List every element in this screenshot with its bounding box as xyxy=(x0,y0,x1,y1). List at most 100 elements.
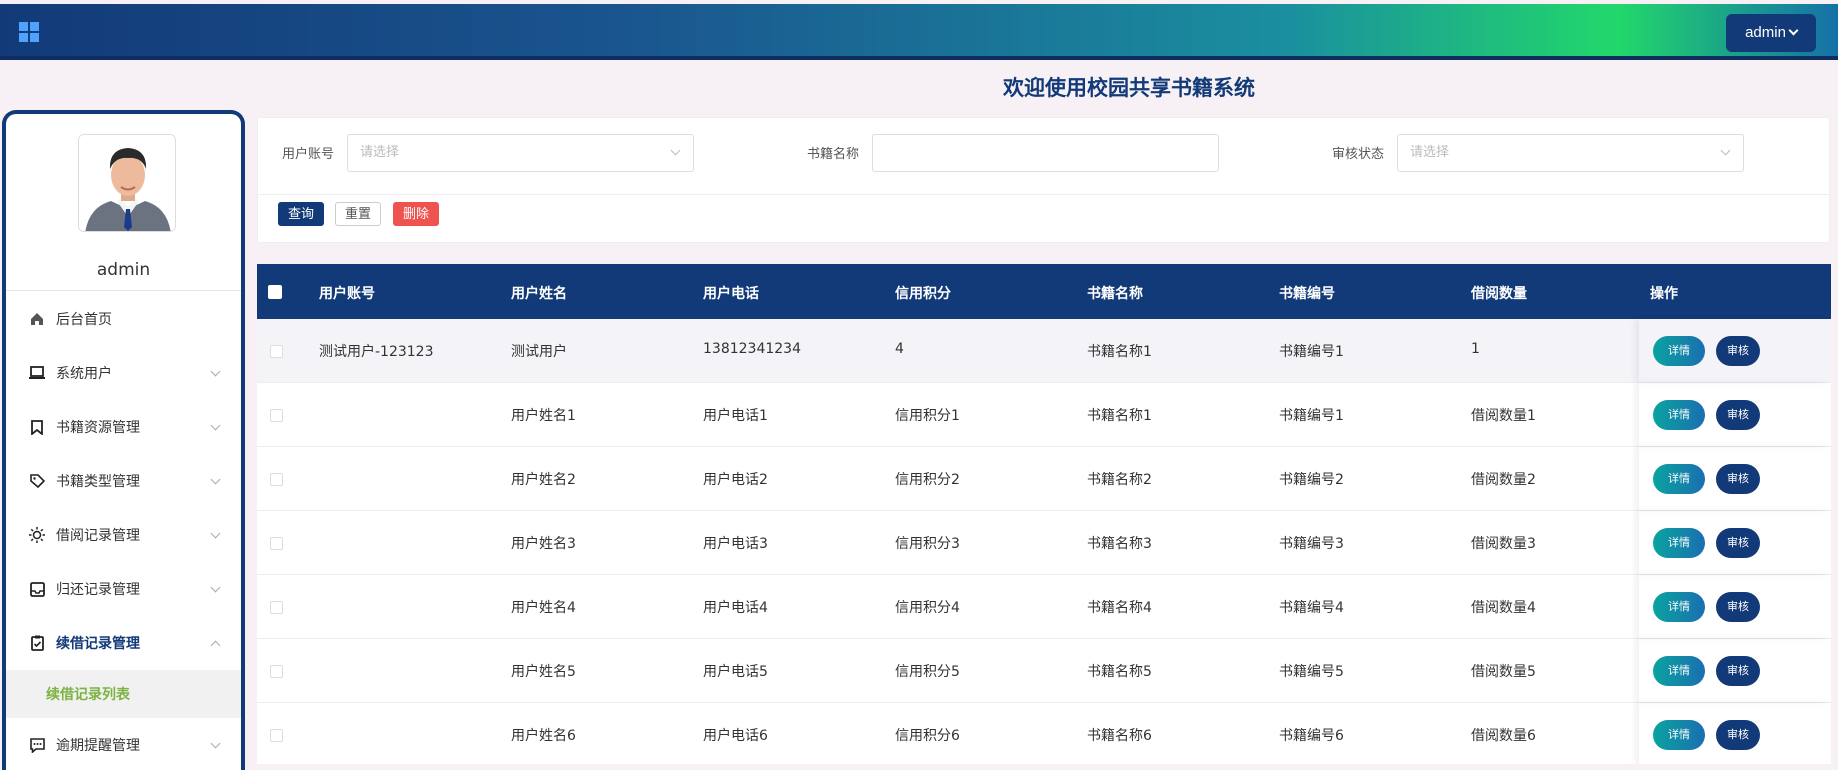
column-header: 用户姓名 xyxy=(511,286,567,302)
table-cell: 书籍编号3 xyxy=(1279,536,1344,552)
detail-button[interactable]: 详情 xyxy=(1653,656,1705,686)
sun-icon xyxy=(28,526,46,544)
table-row: 用户姓名2 用户电话2 信用积分2 书籍名称2 书籍编号2 借阅数量2 详情 审核 xyxy=(257,447,1831,511)
detail-button[interactable]: 详情 xyxy=(1653,592,1705,622)
table-cell: 用户姓名3 xyxy=(511,536,576,552)
audit-button[interactable]: 审核 xyxy=(1716,720,1760,750)
table-cell: 书籍编号2 xyxy=(1279,472,1344,488)
table-cell: 用户姓名6 xyxy=(511,728,576,744)
column-header: 书籍编号 xyxy=(1279,286,1335,302)
chevron-down-icon xyxy=(210,738,221,749)
sidebar-item-home[interactable]: 后台首页 xyxy=(6,292,241,346)
sidebar-item-overdue-reminders[interactable]: 逾期提醒管理 xyxy=(6,718,241,770)
chevron-down-icon xyxy=(210,528,221,539)
sidebar-subitem-renewal-list[interactable]: 续借记录列表 xyxy=(6,670,241,718)
table-cell: 测试用户 xyxy=(511,344,567,360)
column-header: 操作 xyxy=(1650,286,1678,302)
sidebar-item-label: 系统用户 xyxy=(56,366,112,382)
detail-button[interactable]: 详情 xyxy=(1653,528,1705,558)
table-cell: 借阅数量6 xyxy=(1471,728,1536,744)
review-status-select[interactable]: 请选择 xyxy=(1397,134,1744,172)
detail-button[interactable]: 详情 xyxy=(1653,720,1705,750)
table-header: 用户账号 用户姓名 用户电话 信用积分 书籍名称 书籍编号 借阅数量 操作 xyxy=(257,264,1831,319)
audit-button[interactable]: 审核 xyxy=(1716,400,1760,430)
audit-button[interactable]: 审核 xyxy=(1716,592,1760,622)
sidebar-item-label: 归还记录管理 xyxy=(56,582,140,598)
user-menu-label: admin xyxy=(1745,24,1786,41)
home-icon xyxy=(28,310,46,328)
reset-button[interactable]: 重置 xyxy=(335,202,382,226)
detail-button[interactable]: 详情 xyxy=(1653,336,1705,366)
chevron-down-icon xyxy=(210,420,221,431)
row-checkbox[interactable] xyxy=(270,729,283,742)
table-cell: 13812341234 xyxy=(703,341,801,357)
table-cell: 书籍名称2 xyxy=(1087,472,1152,488)
review-status-label: 审核状态 xyxy=(1332,147,1385,162)
sidebar-item-renewal-records[interactable]: 续借记录管理 xyxy=(6,616,241,670)
table-cell: 借阅数量5 xyxy=(1471,664,1536,680)
row-checkbox[interactable] xyxy=(270,473,283,486)
chevron-down-icon xyxy=(1720,145,1731,156)
book-name-label: 书籍名称 xyxy=(807,147,860,162)
row-checkbox[interactable] xyxy=(270,537,283,550)
table-cell: 书籍名称1 xyxy=(1087,344,1152,360)
user-account-select[interactable]: 请选择 xyxy=(347,134,694,172)
column-header: 用户电话 xyxy=(703,286,759,302)
inbox-icon xyxy=(28,580,46,598)
table-cell: 书籍名称5 xyxy=(1087,664,1152,680)
table-cell: 信用积分3 xyxy=(895,536,960,552)
table-row: 用户姓名3 用户电话3 信用积分3 书籍名称3 书籍编号3 借阅数量3 详情 审核 xyxy=(257,511,1831,575)
grid-menu-icon[interactable] xyxy=(19,22,39,42)
clipboard-check-icon xyxy=(28,634,46,652)
column-header: 信用积分 xyxy=(895,286,951,302)
row-checkbox[interactable] xyxy=(270,345,283,358)
chevron-up-icon xyxy=(210,640,221,651)
table-cell: 用户电话4 xyxy=(703,600,768,616)
sidebar-item-system-users[interactable]: 系统用户 xyxy=(6,346,241,400)
table-cell: 用户姓名5 xyxy=(511,664,576,680)
sidebar-item-label: 书籍资源管理 xyxy=(56,420,140,436)
table-cell: 书籍编号1 xyxy=(1279,408,1344,424)
sidebar-item-book-resources[interactable]: 书籍资源管理 xyxy=(6,400,241,454)
sidebar-item-label: 续借记录管理 xyxy=(56,636,140,652)
sidebar-item-label: 逾期提醒管理 xyxy=(56,738,140,754)
user-menu-button[interactable]: admin xyxy=(1726,14,1816,52)
table-row: 用户姓名6 用户电话6 信用积分6 书籍名称6 书籍编号6 借阅数量6 详情 审核 xyxy=(257,703,1831,764)
query-button[interactable]: 查询 xyxy=(278,202,325,226)
detail-button[interactable]: 详情 xyxy=(1653,400,1705,430)
book-name-input[interactable] xyxy=(872,134,1219,172)
message-icon xyxy=(28,736,46,754)
table-cell: 信用积分1 xyxy=(895,408,960,424)
table-cell: 借阅数量1 xyxy=(1471,408,1536,424)
audit-button[interactable]: 审核 xyxy=(1716,464,1760,494)
bookmark-icon xyxy=(28,418,46,436)
row-checkbox[interactable] xyxy=(270,665,283,678)
search-filter-panel: 用户账号 请选择 书籍名称 审核状态 请选择 查询 重置 删除 xyxy=(257,117,1830,243)
row-checkbox[interactable] xyxy=(270,601,283,614)
sidebar-username: admin xyxy=(96,260,151,280)
column-header: 书籍名称 xyxy=(1087,286,1143,302)
audit-button[interactable]: 审核 xyxy=(1716,656,1760,686)
chevron-down-icon xyxy=(210,582,221,593)
sidebar-item-book-types[interactable]: 书籍类型管理 xyxy=(6,454,241,508)
chevron-down-icon xyxy=(1788,25,1799,36)
sidebar-item-borrow-records[interactable]: 借阅记录管理 xyxy=(6,508,241,562)
top-header-bar: admin xyxy=(0,4,1838,60)
table-cell: 书籍名称3 xyxy=(1087,536,1152,552)
table-cell: 用户姓名1 xyxy=(511,408,576,424)
table-cell: 用户电话5 xyxy=(703,664,768,680)
table-cell: 用户电话3 xyxy=(703,536,768,552)
table-cell: 书籍编号5 xyxy=(1279,664,1344,680)
row-checkbox[interactable] xyxy=(270,409,283,422)
sidebar-item-label: 后台首页 xyxy=(56,312,112,328)
detail-button[interactable]: 详情 xyxy=(1653,464,1705,494)
audit-button[interactable]: 审核 xyxy=(1716,528,1760,558)
delete-button[interactable]: 删除 xyxy=(393,202,440,226)
audit-button[interactable]: 审核 xyxy=(1716,336,1760,366)
sidebar-item-return-records[interactable]: 归还记录管理 xyxy=(6,562,241,616)
divider xyxy=(6,290,241,291)
table-cell: 1 xyxy=(1471,341,1480,357)
user-account-label: 用户账号 xyxy=(282,147,335,162)
table-cell: 信用积分5 xyxy=(895,664,960,680)
select-all-checkbox[interactable] xyxy=(268,285,282,299)
